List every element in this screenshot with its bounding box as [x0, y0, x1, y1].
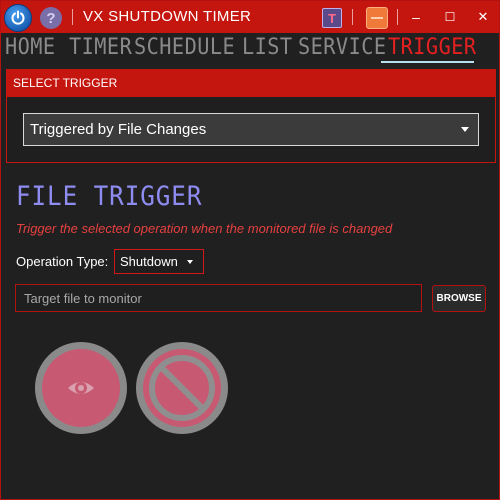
power-icon[interactable] [4, 4, 32, 32]
title-divider [352, 9, 353, 25]
app-title: VX SHUTDOWN TIMER [83, 8, 252, 25]
chevron-down-icon [187, 260, 193, 264]
trigger-type-value: Triggered by File Changes [30, 121, 207, 138]
tab-list[interactable]: LIST [242, 35, 293, 61]
app-window: ? VX SHUTDOWN TIMER T ‒ ☐ ✕ HOME TIMER S… [0, 0, 500, 500]
minimize-button[interactable]: ‒ [404, 6, 428, 28]
operation-type-label: Operation Type: [16, 254, 109, 269]
title-bar: ? VX SHUTDOWN TIMER T ‒ ☐ ✕ [1, 1, 499, 33]
cancel-trigger-button[interactable] [136, 342, 228, 434]
chevron-down-icon [461, 127, 469, 132]
main-nav: HOME TIMER SCHEDULE LIST SERVICE TRIGGER [1, 33, 499, 63]
browse-button[interactable]: BROWSE [432, 285, 486, 312]
help-icon[interactable]: ? [40, 7, 62, 29]
title-divider [397, 9, 398, 25]
page-title: FILE TRIGGER [16, 181, 203, 212]
select-trigger-panel: SELECT TRIGGER Triggered by File Changes [6, 69, 496, 163]
mini-mode-icon[interactable] [366, 7, 388, 29]
close-button[interactable]: ✕ [471, 6, 495, 28]
tab-home[interactable]: HOME [5, 35, 56, 61]
tab-service[interactable]: SERVICE [298, 35, 387, 61]
eye-icon [68, 382, 94, 394]
operation-type-select[interactable]: Shutdown [114, 249, 204, 274]
target-file-input[interactable] [15, 284, 422, 312]
tab-trigger[interactable]: TRIGGER [388, 35, 477, 61]
cancel-button-face [143, 349, 221, 427]
active-tab-indicator [381, 61, 474, 63]
title-divider [72, 9, 73, 25]
operation-type-value: Shutdown [120, 254, 178, 269]
page-description: Trigger the selected operation when the … [16, 221, 393, 236]
start-monitor-button[interactable] [35, 342, 127, 434]
tab-schedule[interactable]: SCHEDULE [134, 35, 235, 61]
maximize-button[interactable]: ☐ [438, 6, 462, 28]
monitor-button-face [42, 349, 120, 427]
prohibited-icon [149, 355, 215, 421]
panel-header: SELECT TRIGGER [7, 70, 495, 97]
toolbox-icon[interactable]: T [322, 8, 342, 28]
tab-timer[interactable]: TIMER [69, 35, 132, 61]
trigger-type-select[interactable]: Triggered by File Changes [23, 113, 479, 146]
